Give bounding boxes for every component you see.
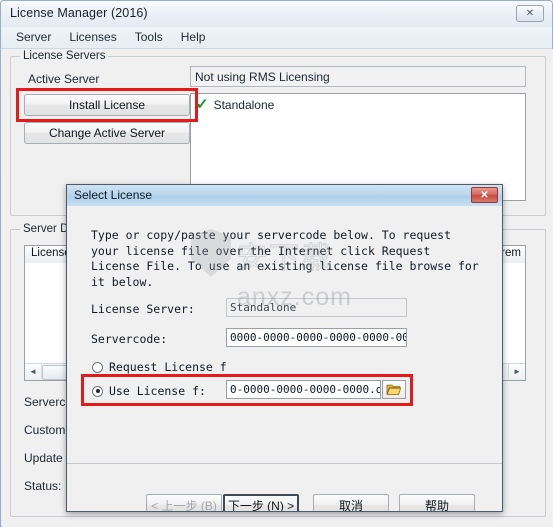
detail-label-status: Status: — [24, 479, 62, 493]
menu-item-licenses[interactable]: Licenses — [60, 29, 125, 46]
scroll-left-arrow-icon[interactable]: ◄ — [25, 364, 42, 379]
dialog-instructions: Type or copy/paste your servercode below… — [91, 228, 479, 289]
request-license-radio-label: Request License f — [109, 360, 227, 374]
license-grid-col-license: License — [31, 247, 71, 259]
servercode-input[interactable]: 0000-0000-0000-0000-0000-0000 — [226, 328, 407, 347]
dialog-close-button[interactable]: ✕ — [471, 187, 498, 203]
menu-item-help[interactable]: Help — [172, 29, 215, 46]
dialog-body: Type or copy/paste your servercode below… — [67, 206, 502, 511]
radio-checked-icon — [92, 385, 103, 397]
change-active-server-button[interactable]: Change Active Server — [24, 122, 190, 144]
license-grid-col-rem: rem — [501, 247, 521, 259]
request-license-radio[interactable]: Request License f — [92, 360, 227, 374]
back-button[interactable]: < 上一步 (B) — [146, 494, 222, 511]
active-server-label: Active Server — [28, 72, 100, 86]
check-icon: ✓ — [195, 96, 209, 113]
select-license-dialog: Select License ✕ Type or copy/paste your… — [66, 184, 503, 512]
servercode-label: Servercode: — [91, 332, 168, 346]
window-close-button[interactable]: ✕ — [516, 5, 544, 22]
menu-item-server[interactable]: Server — [7, 29, 60, 46]
menubar: Server Licenses Tools Help — [1, 27, 552, 49]
radio-unchecked-icon — [92, 361, 103, 373]
close-icon: ✕ — [480, 189, 489, 201]
dialog-titlebar: Select License ✕ — [67, 185, 502, 207]
browse-file-button[interactable] — [382, 380, 406, 399]
use-license-radio[interactable]: Use License f: — [92, 384, 206, 398]
cancel-button[interactable]: 取消 — [313, 494, 389, 511]
screenshot-root: License Manager (2016) ✕ Server Licenses… — [0, 0, 553, 527]
close-icon: ✕ — [525, 8, 535, 19]
license-server-field: Standalone — [226, 298, 407, 317]
next-button[interactable]: 下一步 (N) > — [223, 494, 299, 511]
window-title: License Manager (2016) — [10, 6, 148, 20]
server-name: Standalone — [213, 97, 275, 112]
license-server-label: License Server: — [91, 302, 195, 316]
list-item[interactable]: ✓ Standalone — [191, 94, 525, 112]
help-button[interactable]: 帮助 — [399, 494, 475, 511]
menu-item-tools[interactable]: Tools — [126, 29, 172, 46]
active-server-value: Not using RMS Licensing — [190, 66, 526, 87]
license-servers-group-title: License Servers — [20, 50, 109, 62]
scroll-right-arrow-icon[interactable]: ► — [508, 364, 525, 379]
license-file-input[interactable]: 0-0000-0000-0000-0000.one — [226, 380, 381, 399]
dialog-title: Select License — [74, 188, 153, 202]
use-license-radio-label: Use License f: — [109, 384, 206, 398]
folder-open-icon — [386, 384, 402, 395]
install-license-button[interactable]: Install License — [24, 94, 190, 116]
window-titlebar: License Manager (2016) ✕ — [1, 1, 552, 27]
dialog-separator — [67, 463, 502, 464]
